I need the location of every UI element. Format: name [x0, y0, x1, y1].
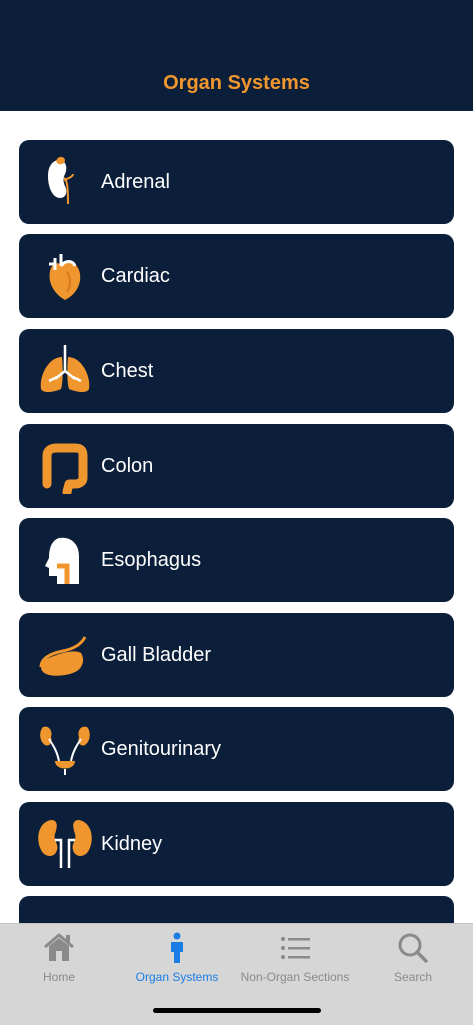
adrenal-icon [48, 156, 74, 205]
list-item-colon[interactable]: Colon [19, 424, 454, 508]
list-item-cardiac[interactable]: Cardiac [19, 234, 454, 318]
list-item-label: Chest [101, 360, 154, 382]
list-item-label: Genitourinary [101, 738, 222, 760]
tab-search[interactable]: Search [354, 932, 472, 992]
gallbladder-icon [39, 636, 87, 676]
head-esophagus-icon [45, 537, 79, 584]
tab-label: Organ Systems [135, 970, 219, 984]
list-item-label: Cardiac [101, 265, 170, 287]
kidneys-icon [38, 820, 92, 868]
person-icon [171, 932, 183, 963]
list-item-label: Colon [101, 455, 154, 477]
tab-home[interactable]: Home [0, 932, 118, 992]
tab-label: Search [393, 970, 433, 984]
organ-systems-list[interactable]: Adrenal Cardiac Chest Colon Esophagus Ga… [0, 111, 473, 923]
list-item-chest[interactable]: Chest [19, 329, 454, 413]
list-item-partial[interactable] [19, 896, 454, 923]
urinary-tract-icon [40, 726, 90, 775]
heart-icon [49, 254, 81, 300]
list-item-kidney[interactable]: Kidney [19, 802, 454, 886]
list-item-label: Kidney [101, 833, 163, 855]
list-item-gall-bladder[interactable]: Gall Bladder [19, 613, 454, 697]
colon-icon [42, 443, 88, 494]
list-icon [281, 937, 310, 959]
search-icon [398, 933, 428, 963]
tab-label: Non-Organ Sections [240, 970, 350, 984]
tab-non-organ-sections[interactable]: Non-Organ Sections [236, 932, 354, 992]
header-bar: Organ Systems [0, 0, 473, 111]
list-item-label: Adrenal [101, 171, 170, 193]
page-title: Organ Systems [163, 72, 310, 94]
lungs-icon [40, 345, 90, 392]
list-item-genitourinary[interactable]: Genitourinary [19, 707, 454, 791]
list-item-label: Esophagus [101, 549, 202, 571]
home-icon [44, 933, 74, 961]
tab-label: Home [42, 970, 75, 984]
tab-organ-systems[interactable]: Organ Systems [118, 932, 236, 992]
list-item-esophagus[interactable]: Esophagus [19, 518, 454, 602]
home-indicator [153, 1008, 321, 1013]
list-item-label: Gall Bladder [101, 644, 212, 666]
list-item-adrenal[interactable]: Adrenal [19, 140, 454, 224]
